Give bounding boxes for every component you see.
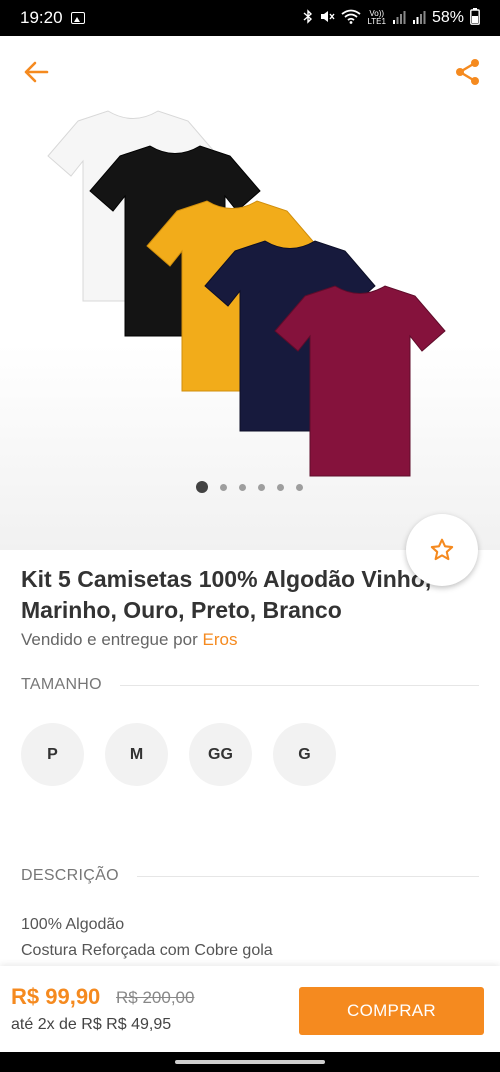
- mute-icon: [319, 9, 335, 27]
- system-nav-bar: [0, 1052, 500, 1072]
- status-right: Vo)) LTE1 58%: [303, 8, 480, 28]
- current-price: R$ 99,90: [11, 984, 101, 1009]
- page-dot[interactable]: [258, 483, 265, 491]
- description-line: 100% Algodão: [21, 916, 125, 933]
- divider: [136, 875, 479, 877]
- seller-info: Vendido e entregue por Eros: [21, 630, 237, 650]
- description-text: 100% Algodão Costura Reforçada com Cobre…: [21, 912, 273, 964]
- gallery-pagination[interactable]: [196, 481, 303, 493]
- size-option-p[interactable]: P: [21, 723, 84, 786]
- bluetooth-icon: [303, 9, 313, 27]
- battery-percent: 58%: [431, 9, 464, 26]
- signal-icon: [392, 10, 406, 27]
- page-dot[interactable]: [239, 483, 246, 491]
- home-indicator[interactable]: [175, 1060, 325, 1064]
- status-time: 19:20: [20, 8, 63, 27]
- size-option-gg[interactable]: GG: [189, 723, 252, 786]
- product-title-line1: Kit 5 Camisetas 100% Algodão Vinho,: [21, 566, 432, 592]
- back-button[interactable]: [18, 54, 54, 90]
- size-option-g[interactable]: G: [273, 723, 336, 786]
- signal-icon: [412, 10, 426, 27]
- gallery-icon: [70, 12, 85, 24]
- size-option-m[interactable]: M: [105, 723, 168, 786]
- purchase-bar: R$ 99,90 R$ 200,00 até 2x de R$ R$ 49,95…: [0, 966, 500, 1052]
- battery-icon: [470, 8, 480, 28]
- product-title: Kit 5 Camisetas 100% Algodão Vinho, Mari…: [21, 564, 461, 626]
- divider: [119, 684, 479, 686]
- product-image[interactable]: [0, 36, 500, 486]
- product-screen: 19:20 Vo)) LTE1 58% Kit 5 Camisetas 100%…: [0, 0, 500, 1072]
- buy-button[interactable]: COMPRAR: [299, 987, 484, 1035]
- favorite-button[interactable]: [406, 514, 478, 586]
- seller-link[interactable]: Eros: [202, 630, 237, 649]
- sold-by-label: Vendido e entregue por: [21, 630, 203, 649]
- share-icon: [456, 59, 479, 85]
- volte-icon: Vo)) LTE1: [367, 10, 386, 26]
- page-dot[interactable]: [277, 483, 284, 491]
- star-outline-icon: [430, 538, 454, 561]
- page-dot[interactable]: [296, 483, 303, 491]
- share-button[interactable]: [450, 54, 486, 90]
- installment-info: até 2x de R$ R$ 49,95: [11, 1016, 172, 1033]
- product-title-line2: Marinho, Ouro, Preto, Branco: [21, 597, 342, 623]
- description-section-label: DESCRIÇÃO: [21, 867, 119, 884]
- volte-label-bottom: LTE1: [367, 17, 386, 26]
- wifi-icon: [341, 9, 361, 27]
- size-options: P M GG G: [21, 723, 336, 786]
- size-section-header: TAMANHO: [21, 676, 479, 694]
- page-dot[interactable]: [220, 483, 227, 491]
- description-section-header: DESCRIÇÃO: [21, 867, 479, 885]
- description-line: Costura Reforçada com Cobre gola: [21, 942, 273, 959]
- status-bar: 19:20 Vo)) LTE1 58%: [0, 0, 500, 36]
- arrow-left-icon: [24, 61, 49, 83]
- page-dot[interactable]: [196, 481, 208, 493]
- status-left: 19:20: [20, 8, 85, 28]
- size-section-label: TAMANHO: [21, 676, 102, 693]
- old-price: R$ 200,00: [116, 988, 195, 1007]
